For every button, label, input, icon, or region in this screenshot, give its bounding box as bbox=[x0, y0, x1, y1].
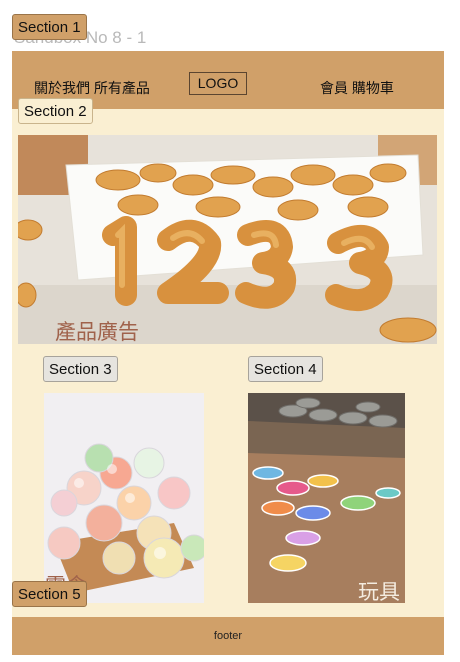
section-1-label[interactable]: Section 1 bbox=[12, 14, 87, 40]
nav-right-links[interactable]: 會員 購物車 bbox=[320, 78, 394, 98]
logo[interactable]: LOGO bbox=[189, 72, 247, 95]
hero-caption: 產品廣告 bbox=[55, 321, 139, 344]
section-4-label[interactable]: Section 4 bbox=[248, 356, 323, 382]
section-3-label[interactable]: Section 3 bbox=[43, 356, 118, 382]
hero-banner-image[interactable] bbox=[18, 135, 437, 344]
product-image-toys[interactable] bbox=[248, 393, 405, 603]
hero-photo bbox=[18, 135, 437, 344]
section-5-label[interactable]: Section 5 bbox=[12, 581, 87, 607]
nav-left-links[interactable]: 關於我們 所有產品 bbox=[34, 78, 150, 98]
site-footer: footer bbox=[12, 617, 444, 655]
section-2-label[interactable]: Section 2 bbox=[18, 98, 93, 124]
product-caption-toys: 玩具 bbox=[358, 581, 400, 604]
toys-photo bbox=[248, 393, 405, 603]
